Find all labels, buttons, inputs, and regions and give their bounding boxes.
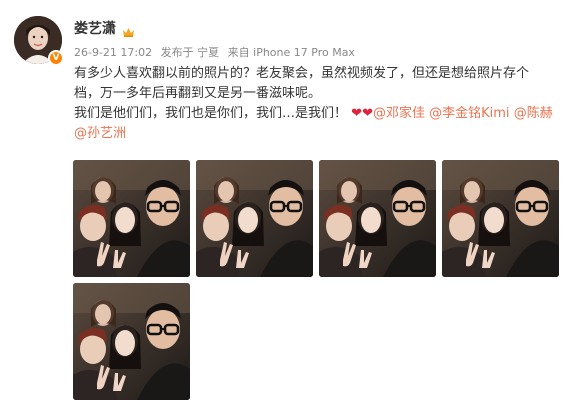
photo-thumbnail-4[interactable] — [442, 160, 559, 277]
photo-thumbnail-2[interactable] — [196, 160, 313, 277]
post-location: 发布于 宁夏 — [160, 46, 220, 59]
mention-link[interactable]: @陈赫 — [514, 106, 553, 121]
author-row: 娄艺潇 — [74, 18, 135, 38]
post-text: 有多少人喜欢翻以前的照片的？老友聚会，虽然视频发了，但还是想给照片存个 档，万一… — [74, 64, 560, 144]
mention-link[interactable]: @邓家佳 — [373, 106, 425, 121]
post-text-line: 有多少人喜欢翻以前的照片的？老友聚会，虽然视频发了，但还是想给照片存个 — [74, 66, 530, 81]
username[interactable]: 娄艺潇 — [74, 18, 116, 38]
heart-icon: ❤ — [351, 106, 363, 121]
mention-link[interactable]: @李金铭Kimi — [429, 106, 509, 121]
mention-link[interactable]: @孙艺洲 — [74, 126, 126, 141]
avatar[interactable]: V — [14, 16, 66, 68]
post-source: 来自 iPhone 17 Pro Max — [227, 46, 355, 59]
post-text-line: 档，万一多年后再翻到又是另一番滋味呢。 — [74, 86, 322, 101]
post-text-line3: 我们是他们们，我们也是你们，我们…是我们！ — [74, 106, 348, 121]
post-meta: 26-9-21 17:02 发布于 宁夏 来自 iPhone 17 Pro Ma… — [74, 44, 360, 60]
photo-thumbnail-3[interactable] — [319, 160, 436, 277]
post-text-line: 我们是他们们，我们也是你们，我们…是我们！ ❤❤@邓家佳 @李金铭Kimi @陈… — [74, 104, 560, 144]
verified-badge: V — [48, 50, 64, 66]
photo-thumbnail-1[interactable] — [73, 160, 190, 277]
crown-icon[interactable] — [122, 23, 135, 37]
heart-icon: ❤ — [362, 106, 373, 121]
post-date[interactable]: 26-9-21 17:02 — [74, 46, 152, 59]
photo-thumbnail-5[interactable] — [73, 283, 190, 400]
